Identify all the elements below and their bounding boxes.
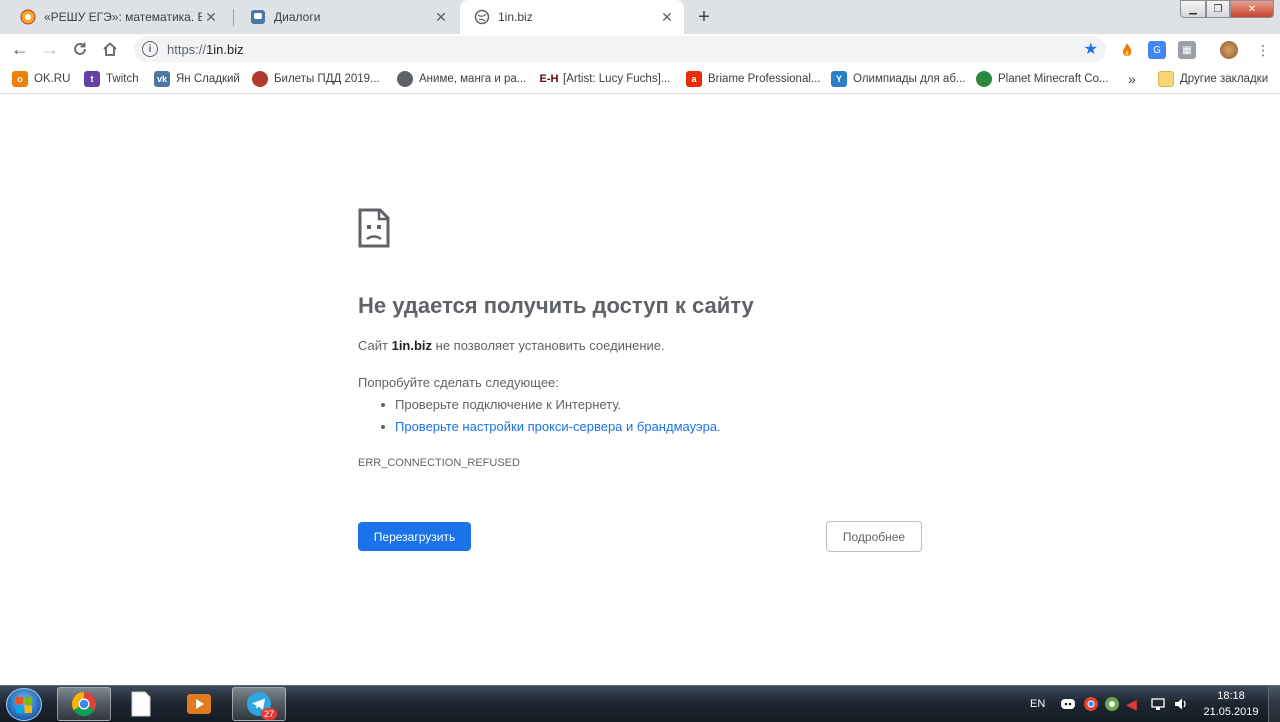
ok-icon: o [12, 71, 28, 87]
error-title: Не удается получить доступ к сайту [358, 293, 754, 318]
url-text: https://1in.biz [167, 41, 244, 57]
globe-icon [474, 9, 490, 25]
taskbar-chrome[interactable] [57, 687, 111, 721]
bookmark-anime[interactable]: Аниме, манга и ра... [397, 70, 526, 88]
reload-icon [74, 42, 86, 55]
tray-network-icon[interactable] [1150, 686, 1166, 722]
globe-icon [397, 71, 413, 87]
translate-extension-icon[interactable]: G [1148, 41, 1166, 59]
menu-kebab-icon[interactable]: ⋮ [1256, 41, 1270, 59]
address-bar[interactable]: i https://1in.biz ★ [134, 36, 1106, 62]
vk-icon: vk [154, 71, 170, 87]
planet-icon [976, 71, 992, 87]
bookmark-olympiads[interactable]: Y Олимпиады для аб... [831, 70, 965, 88]
sad-page-icon [358, 208, 390, 248]
bookmark-briame[interactable]: a Briame Professional... [686, 70, 821, 88]
home-button[interactable] [98, 37, 122, 61]
other-bookmarks-folder[interactable]: Другие закладки [1158, 70, 1268, 88]
bookmark-ok-ru[interactable]: o OK.RU [12, 70, 70, 88]
aliexpress-icon: a [686, 71, 702, 87]
close-window-button[interactable]: ✕ [1230, 0, 1274, 18]
tab-strip: «РЕШУ ЕГЭ»: математика. ЕГЭ — ✕ Диалоги … [0, 0, 1280, 34]
bookmark-twitch[interactable]: t Twitch [84, 70, 139, 88]
bookmarks-bar: o OK.RU t Twitch vk Ян Сладкий Билеты ПДД 2… [0, 64, 1280, 94]
tab-label: Диалоги [274, 10, 321, 24]
language-indicator[interactable]: EN [1030, 686, 1045, 722]
bookmark-planet-minecraft[interactable]: Planet Minecraft Co... [976, 70, 1109, 88]
tab-reshu-ege[interactable]: «РЕШУ ЕГЭ»: математика. ЕГЭ — ✕ [6, 0, 228, 34]
window-controls: ▁ ❐ ✕ [1180, 0, 1274, 18]
reload-page-button[interactable]: Перезагрузить [358, 522, 471, 551]
tray-flag-icon[interactable]: ◀ [1126, 686, 1137, 722]
forward-button[interactable]: → [38, 37, 62, 61]
folder-icon [1158, 71, 1174, 87]
taskbar-media-player[interactable] [172, 687, 226, 721]
home-icon [103, 42, 117, 56]
bookmarks-overflow-button[interactable]: » [1128, 70, 1136, 88]
twitch-icon: t [84, 71, 100, 87]
tray-chrome-icon[interactable] [1083, 686, 1099, 722]
tray-volume-icon[interactable] [1173, 686, 1189, 722]
browser-toolbar: ← → i https://1in.biz ★ [0, 34, 1280, 64]
close-icon[interactable]: ✕ [658, 8, 676, 26]
new-tab-button[interactable]: + [692, 5, 716, 29]
error-description: Сайт 1in.biz не позволяет установить сое… [358, 338, 665, 353]
sun-logo-icon [20, 9, 36, 25]
bookmark-lucy-fuchs[interactable]: E-H [Artist: Lucy Fuchs]... [539, 70, 670, 88]
reload-button[interactable] [68, 37, 92, 61]
tab-dialogs[interactable]: Диалоги ✕ [236, 0, 458, 34]
suggestions-list: Проверьте подключение к Интернету. Прове… [381, 395, 721, 439]
pdd-icon [252, 71, 268, 87]
fire-extension-icon[interactable] [1118, 41, 1136, 59]
maximize-button[interactable]: ❐ [1206, 0, 1230, 18]
chat-icon [250, 9, 266, 25]
tab-label: «РЕШУ ЕГЭ»: математика. ЕГЭ — [44, 10, 202, 24]
unread-badge: 27 [261, 708, 278, 720]
error-code: ERR_CONNECTION_REFUSED [358, 457, 520, 469]
olymp-icon: Y [831, 71, 847, 87]
show-desktop-button[interactable] [1268, 686, 1280, 722]
chrome-icon [71, 692, 96, 717]
taskbar-telegram[interactable]: 27 [232, 687, 286, 721]
details-button[interactable]: Подробнее [826, 521, 922, 552]
tab-1in-biz[interactable]: 1in.biz ✕ [460, 0, 684, 34]
start-button[interactable] [6, 688, 42, 721]
tab-divider [233, 9, 234, 26]
eh-icon: E-H [539, 71, 559, 87]
media-player-icon [187, 694, 211, 714]
extension-icon[interactable]: ▦ [1178, 41, 1196, 59]
taskbar-notepad[interactable] [114, 687, 168, 721]
clock-date: 21.05.2019 [1203, 706, 1259, 718]
system-clock[interactable]: 18:18 21.05.2019 [1198, 688, 1264, 720]
info-icon[interactable]: i [142, 41, 158, 57]
close-icon[interactable]: ✕ [432, 8, 450, 26]
bookmark-yan-sladkiy[interactable]: vk Ян Сладкий [154, 70, 240, 88]
clock-time: 18:18 [1217, 690, 1245, 702]
document-icon [131, 691, 151, 717]
tab-label: 1in.biz [498, 10, 533, 24]
profile-avatar-icon[interactable] [1220, 41, 1238, 59]
close-icon[interactable]: ✕ [202, 8, 220, 26]
tray-network-speed-icon[interactable] [1104, 686, 1120, 722]
windows-logo-icon [16, 696, 32, 713]
back-button[interactable]: ← [8, 37, 32, 61]
error-page: Не удается получить доступ к сайту Сайт … [0, 95, 1280, 685]
bookmark-pdd[interactable]: Билеты ПДД 2019... [252, 70, 380, 88]
taskbar: 27 EN ◀ 18:18 21.05.2019 [0, 685, 1280, 722]
suggestions-heading: Попробуйте сделать следующее: [358, 375, 559, 390]
tray-discord-icon[interactable] [1060, 686, 1076, 722]
suggestion-check-connection: Проверьте подключение к Интернету. [381, 395, 721, 417]
suggestion-check-proxy-link[interactable]: Проверьте настройки прокси-сервера и бра… [381, 417, 721, 439]
bookmark-star-icon[interactable]: ★ [1084, 39, 1098, 59]
minimize-button[interactable]: ▁ [1180, 0, 1206, 18]
